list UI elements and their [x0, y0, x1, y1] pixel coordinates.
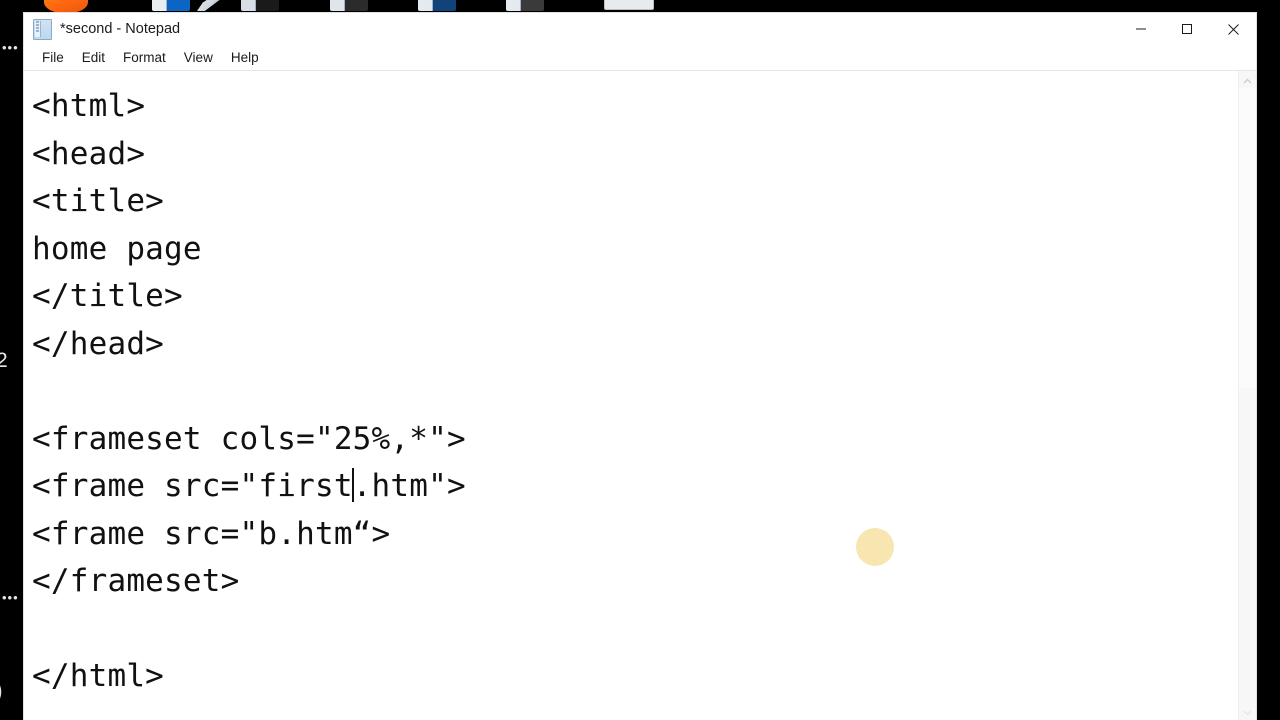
code-line: <title>: [32, 183, 165, 219]
menu-item-file[interactable]: File: [33, 48, 73, 68]
code-line: <head>: [32, 135, 146, 172]
code-line: </head>: [32, 325, 165, 362]
window-thumbnail-icon-1[interactable]: [152, 0, 190, 11]
code-line: <html>: [32, 88, 146, 124]
scrollbar-down-button[interactable]: [1239, 703, 1256, 720]
chevron-up-icon: [1243, 71, 1252, 89]
scrollbar-thumb[interactable]: [1239, 88, 1256, 388]
window-title: *second - Notepad: [60, 21, 181, 37]
window-thumbnail-icon-5[interactable]: [506, 0, 544, 11]
gutter-fragment-paren: ): [0, 679, 3, 702]
title-bar-left: *second - Notepad: [24, 18, 181, 40]
code-line: <frameset cols="25%,*">: [32, 420, 466, 457]
window-thumbnail-icon-6[interactable]: [604, 0, 654, 10]
vertical-scrollbar[interactable]: [1238, 71, 1256, 720]
window-controls: [1118, 13, 1256, 45]
code-line: </title>: [32, 278, 183, 314]
maximize-icon: [1181, 23, 1193, 35]
screen-root: ••• 2 ••• ) *second - Notepad: [0, 0, 1280, 720]
scrollbar-up-button[interactable]: [1239, 71, 1256, 88]
gutter-fragment-two: 2: [0, 349, 8, 372]
window-thumbnail-icon-3[interactable]: [330, 0, 368, 11]
firefox-icon[interactable]: [44, 0, 88, 13]
notepad-window: *second - Notepad File Edit Format View …: [24, 13, 1256, 720]
pen-icon[interactable]: [197, 0, 223, 11]
top-icon-strip: [0, 0, 1280, 13]
notepad-icon: [33, 18, 52, 40]
menu-item-format[interactable]: Format: [114, 48, 175, 68]
minimize-button[interactable]: [1118, 13, 1164, 45]
title-bar[interactable]: *second - Notepad: [24, 13, 1256, 45]
menu-item-view[interactable]: View: [175, 48, 222, 68]
code-line-with-caret: <frame src="first.htm">: [32, 463, 1238, 511]
chevron-down-icon: [1243, 703, 1252, 720]
menu-item-help[interactable]: Help: [222, 48, 268, 68]
code-line: </html>: [32, 658, 165, 694]
minimize-icon: [1135, 23, 1147, 35]
editor-area: <html> <head> <title> home page </title>…: [24, 71, 1256, 720]
code-line-segment-before-caret: <frame src="first: [32, 468, 353, 504]
menu-bar: File Edit Format View Help: [24, 45, 1256, 71]
window-thumbnail-icon-2[interactable]: [241, 0, 279, 11]
code-line-segment-after-caret: .htm">: [352, 468, 466, 504]
close-icon: [1227, 23, 1240, 36]
close-button[interactable]: [1210, 13, 1256, 45]
window-thumbnail-icon-4[interactable]: [418, 0, 456, 11]
code-line: <frame src="b.htm“>: [32, 515, 391, 552]
gutter-fragment-dots-bottom: •••: [2, 590, 19, 605]
gutter-fragment-dots-top: •••: [2, 40, 19, 55]
code-line: </frameset>: [32, 563, 240, 599]
menu-item-edit[interactable]: Edit: [73, 48, 114, 68]
code-line: home page: [32, 230, 202, 267]
maximize-button[interactable]: [1164, 13, 1210, 45]
text-editor[interactable]: <html> <head> <title> home page </title>…: [24, 71, 1238, 720]
left-gutter: ••• 2 ••• ): [0, 13, 24, 720]
